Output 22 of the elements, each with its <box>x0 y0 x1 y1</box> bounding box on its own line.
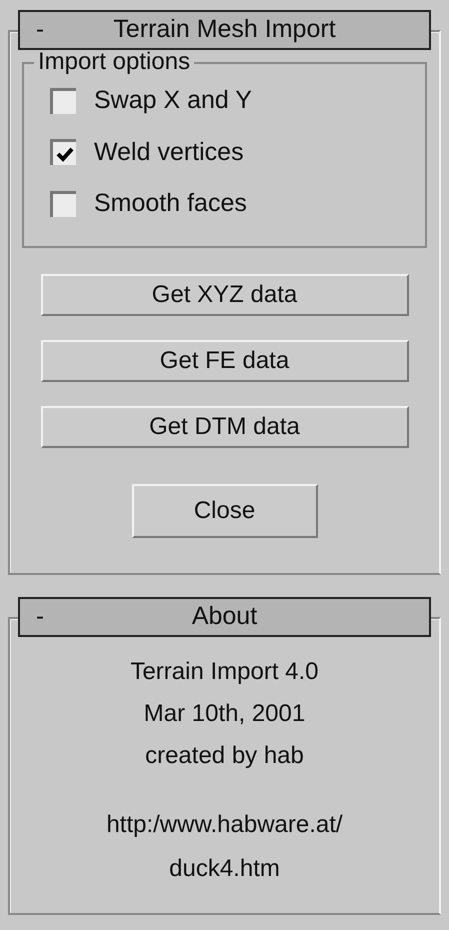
action-button[interactable]: Get FE data <box>40 340 408 382</box>
checkbox[interactable] <box>50 190 76 217</box>
collapse-sign: - <box>35 602 45 632</box>
collapse-sign: - <box>35 15 45 45</box>
about-text: Terrain Import 4.0 <box>130 657 319 687</box>
rollout-title: About <box>190 601 258 632</box>
checkbox[interactable] <box>50 88 76 114</box>
action-button[interactable]: Get XYZ data <box>40 274 408 316</box>
action-button[interactable]: Get DTM data <box>40 406 408 448</box>
url-text: http:/www.habware.at/ <box>106 810 343 840</box>
checkbox[interactable] <box>50 139 76 166</box>
checkbox-label: Weld vertices <box>94 136 244 168</box>
rollout-header[interactable]: - Terrain Mesh Import <box>18 10 431 50</box>
checkbox-label: Smooth faces <box>94 188 247 219</box>
about-text: Mar 10th, 2001 <box>144 699 306 729</box>
checkbox-label: Swap X and Y <box>94 85 252 116</box>
url-text: duck4.htm <box>169 854 280 884</box>
about-text: created by hab <box>145 741 304 771</box>
close-button[interactable]: Close <box>132 484 318 538</box>
rollout-header[interactable]: - About <box>18 597 431 637</box>
check-icon <box>56 146 74 162</box>
rollout-title: Terrain Mesh Import <box>112 14 337 46</box>
